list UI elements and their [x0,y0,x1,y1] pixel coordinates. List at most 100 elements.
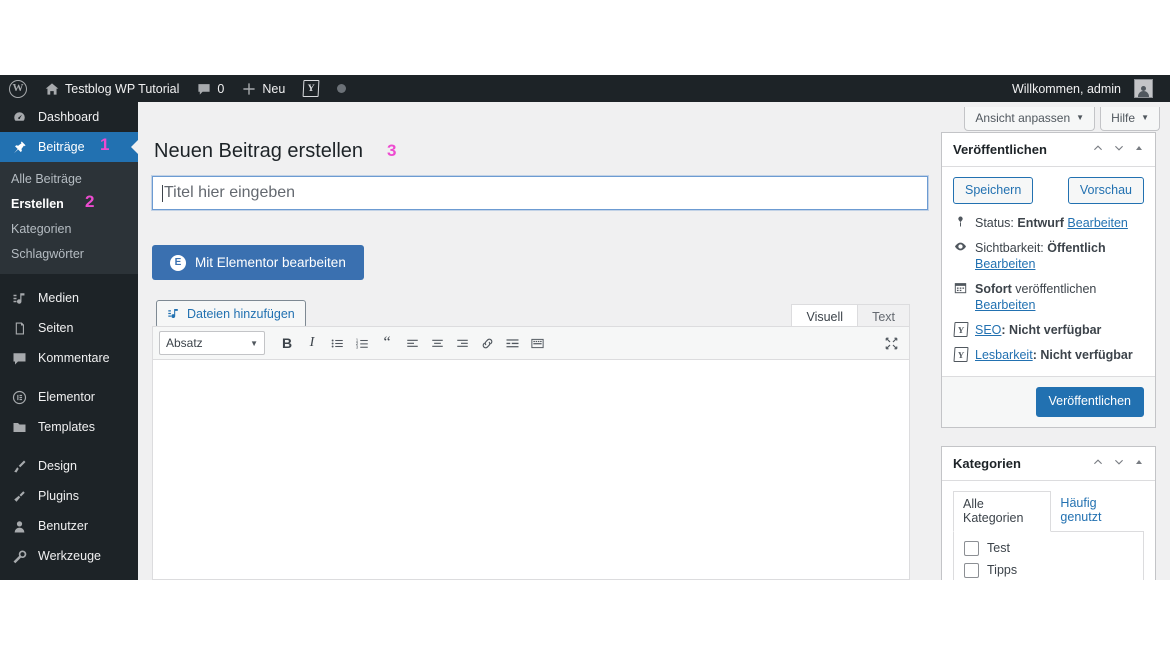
list-item[interactable]: Tipps [964,562,1133,578]
move-up-icon[interactable] [1092,456,1104,471]
publish-button-label: Veröffentlichen [1048,394,1131,409]
edit-with-elementor-button[interactable]: E Mit Elementor bearbeiten [152,245,364,280]
avatar-body-shape [1138,91,1149,97]
site-name-label: Testblog WP Tutorial [65,81,180,96]
wp-logo-menu[interactable]: W [0,75,36,102]
tab-alle-kategorien[interactable]: Alle Kategorien [953,490,1052,532]
publish-box-footer: Veröffentlichen [942,376,1155,427]
toggle-panel-icon[interactable] [1134,457,1144,470]
sidebar-item-medien[interactable]: Medien [0,283,138,313]
sidebar-item-design[interactable]: Design [0,451,138,481]
preview-label: Vorschau [1079,183,1132,197]
site-name-menu[interactable]: Testblog WP Tutorial [36,75,188,102]
paragraph-format-select[interactable]: Absatz ▼ [159,331,265,355]
sidebar-item-werkzeuge[interactable]: Werkzeuge [0,541,138,571]
plug-icon [11,489,28,504]
align-right-icon[interactable] [450,331,474,355]
sidebar-subitem-schlagwoerter[interactable]: Schlagwörter [0,242,138,267]
avatar [1134,79,1153,98]
yoast-logo-icon: Y [952,322,969,338]
sidebar-item-label: Dashboard [38,110,100,124]
publish-box-body: Speichern Vorschau Status: Entwurf Bearb… [942,167,1155,376]
readability-link[interactable]: Lesbarkeit [975,348,1033,362]
new-content-menu[interactable]: Neu [233,75,294,102]
post-title-input[interactable]: Titel hier eingeben [152,176,928,210]
add-media-button[interactable]: Dateien hinzufügen [156,300,306,328]
help-button[interactable]: Hilfe ▼ [1100,107,1160,132]
tab-label: Visuell [806,310,844,324]
sidebar-item-label: Medien [38,291,79,305]
sidebar-item-dashboard[interactable]: Dashboard [0,102,138,132]
sidebar-item-seiten[interactable]: Seiten [0,313,138,343]
status-dot-menu[interactable] [328,75,355,102]
bulleted-list-icon[interactable] [325,331,349,355]
main-content: Ansicht anpassen ▼ Hilfe ▼ Neuen Beitrag… [138,102,1170,580]
move-up-icon[interactable] [1092,142,1104,157]
italic-icon[interactable]: I [300,331,324,355]
editor-content-area[interactable] [153,360,909,579]
category-checkbox[interactable] [964,562,979,578]
status-edit-link[interactable]: Bearbeiten [1067,216,1127,230]
comment-icon [11,351,28,366]
edit-with-elementor-label: Mit Elementor bearbeiten [195,255,346,270]
page-title-row: Neuen Beitrag erstellen 3 [154,138,396,164]
user-icon [11,519,28,534]
tab-haeufig-genutzt[interactable]: Häufig genutzt [1051,491,1144,531]
move-down-icon[interactable] [1113,142,1125,157]
category-label: Test [987,541,1010,555]
comments-menu[interactable]: 0 [188,75,233,102]
sidebar-item-label: Beiträge [38,140,85,154]
elementor-icon: E [170,254,186,271]
sidebar-item-plugins[interactable]: Plugins [0,481,138,511]
editor-container: Absatz ▼ B I 123 “ [152,326,910,580]
screen-options-label: Ansicht anpassen [975,111,1071,125]
seo-link[interactable]: SEO [975,323,1001,337]
schedule-edit-link[interactable]: Bearbeiten [975,298,1035,312]
account-menu[interactable]: Willkommen, admin [1003,75,1162,102]
sidebar-item-elementor[interactable]: Elementor [0,382,138,412]
align-left-icon[interactable] [400,331,424,355]
bold-icon[interactable]: B [275,331,299,355]
yoast-seo-menu[interactable]: Y [294,75,328,102]
sidebar-subitem-erstellen[interactable]: Erstellen 2 [0,192,138,217]
plus-icon [242,82,256,96]
fullscreen-icon[interactable] [879,331,903,355]
move-down-icon[interactable] [1113,456,1125,471]
blockquote-icon[interactable]: “ [375,331,399,355]
categories-box: Kategorien Alle Kategorien Häufig genutz… [941,445,1156,580]
preview-button[interactable]: Vorschau [1067,177,1144,205]
admin-sidebar: Dashboard Beiträge 1 Alle Beiträge Erste… [0,102,139,580]
admin-bar: W Testblog WP Tutorial 0 Neu Y Willkomme… [0,75,1170,102]
align-center-icon[interactable] [425,331,449,355]
eye-icon [953,240,968,253]
text-cursor [162,184,163,202]
save-draft-button[interactable]: Speichern [953,177,1034,205]
sidebar-item-templates[interactable]: Templates [0,412,138,442]
numbered-list-icon[interactable]: 123 [350,331,374,355]
sidebar-item-label: Einstellungen [38,579,113,580]
categories-box-header-actions [1092,456,1144,471]
category-checkbox[interactable] [964,540,979,556]
screen-options-button[interactable]: Ansicht anpassen ▼ [964,107,1096,132]
annotation-marker-3: 3 [387,141,397,160]
categories-box-title: Kategorien [953,455,1021,471]
toolbar-toggle-icon[interactable] [525,331,549,355]
sidebar-subitem-kategorien[interactable]: Kategorien [0,217,138,242]
admin-bar-left: W Testblog WP Tutorial 0 Neu Y [0,75,355,102]
sidebar-item-kommentare[interactable]: Kommentare [0,343,138,373]
visibility-edit-link[interactable]: Bearbeiten [975,257,1035,271]
schedule-row: Sofort veröffentlichen Bearbeiten [953,281,1144,313]
sidebar-item-benutzer[interactable]: Benutzer [0,511,138,541]
status-text: Status: Entwurf Bearbeiten [975,215,1128,231]
categories-checklist[interactable]: Test Tipps Uncategorized [953,531,1144,580]
read-more-icon[interactable] [500,331,524,355]
new-label: Neu [262,81,286,96]
pin-marker-icon [953,215,968,228]
publish-button[interactable]: Veröffentlichen [1035,387,1144,417]
link-icon[interactable] [475,331,499,355]
toggle-panel-icon[interactable] [1134,143,1144,156]
sidebar-subitem-alle-beitraege[interactable]: Alle Beiträge [0,167,138,192]
sidebar-item-einstellungen[interactable]: Einstellungen [0,571,138,580]
list-item[interactable]: Test [964,540,1133,556]
sidebar-item-beitraege[interactable]: Beiträge 1 [0,132,139,162]
